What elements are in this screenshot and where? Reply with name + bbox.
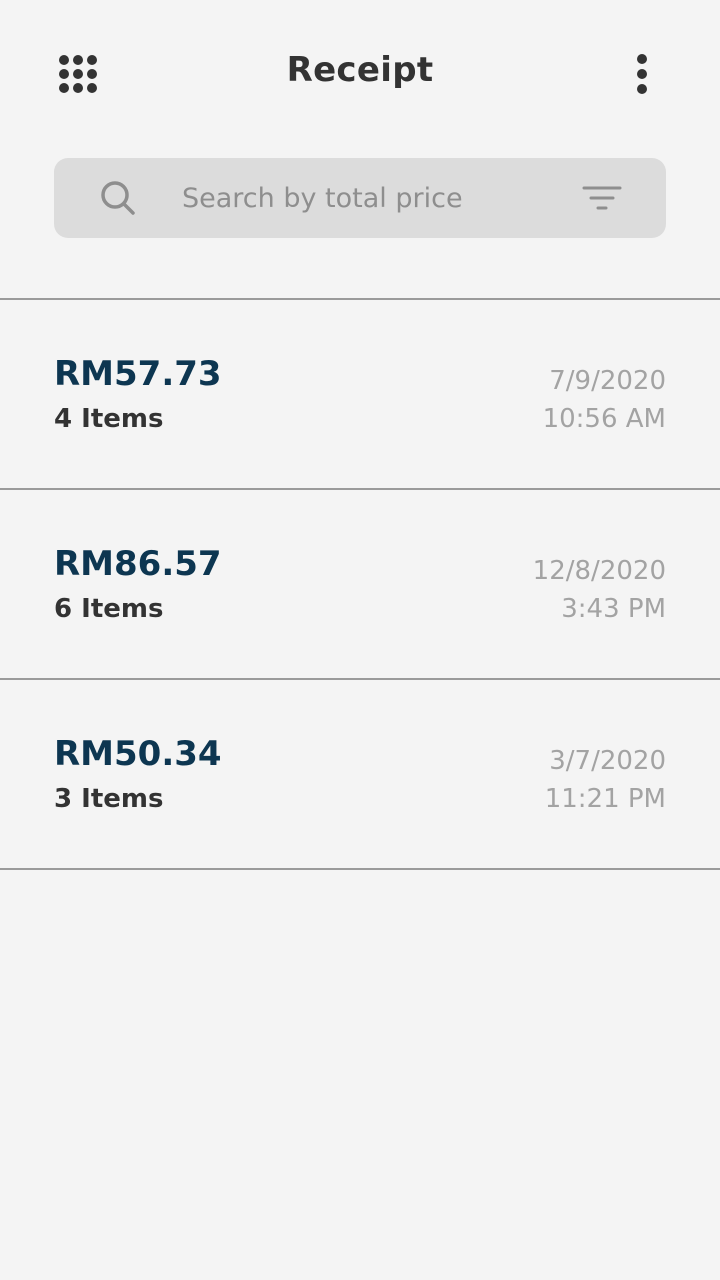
search-icon: [98, 178, 138, 218]
receipt-date: 7/9/2020: [549, 366, 666, 396]
receipt-time: 10:56 AM: [542, 404, 666, 434]
page-title: Receipt: [286, 50, 434, 90]
receipt-item-count: 6 Items: [54, 594, 164, 624]
more-vertical-icon: [637, 54, 647, 94]
receipt-row[interactable]: RM50.34 3 Items 3/7/2020 11:21 PM: [0, 680, 720, 870]
receipt-row[interactable]: RM57.73 4 Items 7/9/2020 10:56 AM: [0, 300, 720, 490]
receipt-row[interactable]: RM86.57 6 Items 12/8/2020 3:43 PM: [0, 490, 720, 680]
receipt-total: RM57.73: [54, 354, 222, 394]
receipt-total: RM50.34: [54, 734, 222, 774]
receipt-time: 11:21 PM: [544, 784, 666, 814]
app-header: Receipt: [0, 0, 720, 150]
receipt-date: 3/7/2020: [549, 746, 666, 776]
search-input[interactable]: [182, 158, 562, 238]
filter-button[interactable]: [578, 178, 626, 218]
receipt-list: RM57.73 4 Items 7/9/2020 10:56 AM RM86.5…: [0, 298, 720, 870]
search-bar: [54, 158, 666, 238]
receipt-item-count: 3 Items: [54, 784, 164, 814]
receipt-item-count: 4 Items: [54, 404, 164, 434]
receipt-date: 12/8/2020: [532, 556, 666, 586]
more-options-button[interactable]: [620, 46, 664, 102]
receipt-time: 3:43 PM: [561, 594, 666, 624]
receipt-total: RM86.57: [54, 544, 222, 584]
filter-icon: [582, 186, 622, 210]
